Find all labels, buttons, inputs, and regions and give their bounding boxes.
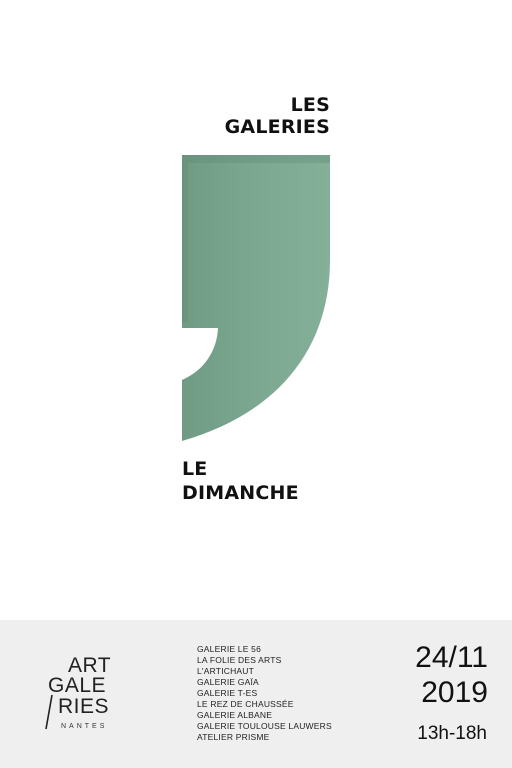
event-hours: 13h-18h: [417, 723, 487, 744]
list-item: ATELIER PRISME: [197, 732, 270, 742]
list-item: GALERIE ALBANE: [197, 710, 273, 720]
list-item: LA FOLIE DES ARTS: [197, 655, 282, 665]
gallery-list: GALERIE LE 56 LA FOLIE DES ARTS L'ARTICH…: [197, 644, 332, 743]
event-date: 24/11 2019: [415, 640, 488, 710]
title-line-le: LE: [182, 458, 208, 480]
comma-shape: [182, 155, 330, 441]
event-date-day: 24/11: [415, 641, 488, 674]
logo-city-text: NANTES: [61, 723, 108, 730]
list-item: GALERIE T-ES: [197, 688, 258, 698]
list-item: GALERIE GAÏA: [197, 677, 259, 687]
poster-title-bottom: LE DIMANCHE: [182, 457, 299, 505]
art-galeries-logo: ART GALE RIES NANTES: [44, 655, 134, 735]
list-item: LE REZ DE CHAUSSÉE: [197, 699, 294, 709]
logo-ries-text: RIES: [58, 695, 110, 718]
comma-fill: [182, 155, 330, 441]
event-date-year: 2019: [421, 676, 488, 709]
title-line-dimanche: DIMANCHE: [182, 482, 299, 504]
list-item: L'ARTICHAUT: [197, 666, 255, 676]
list-item: GALERIE TOULOUSE LAUWERS: [197, 721, 332, 731]
logo-gale-text: GALE: [48, 674, 107, 697]
list-item: GALERIE LE 56: [197, 644, 262, 654]
logo-slash-icon: [45, 694, 53, 730]
